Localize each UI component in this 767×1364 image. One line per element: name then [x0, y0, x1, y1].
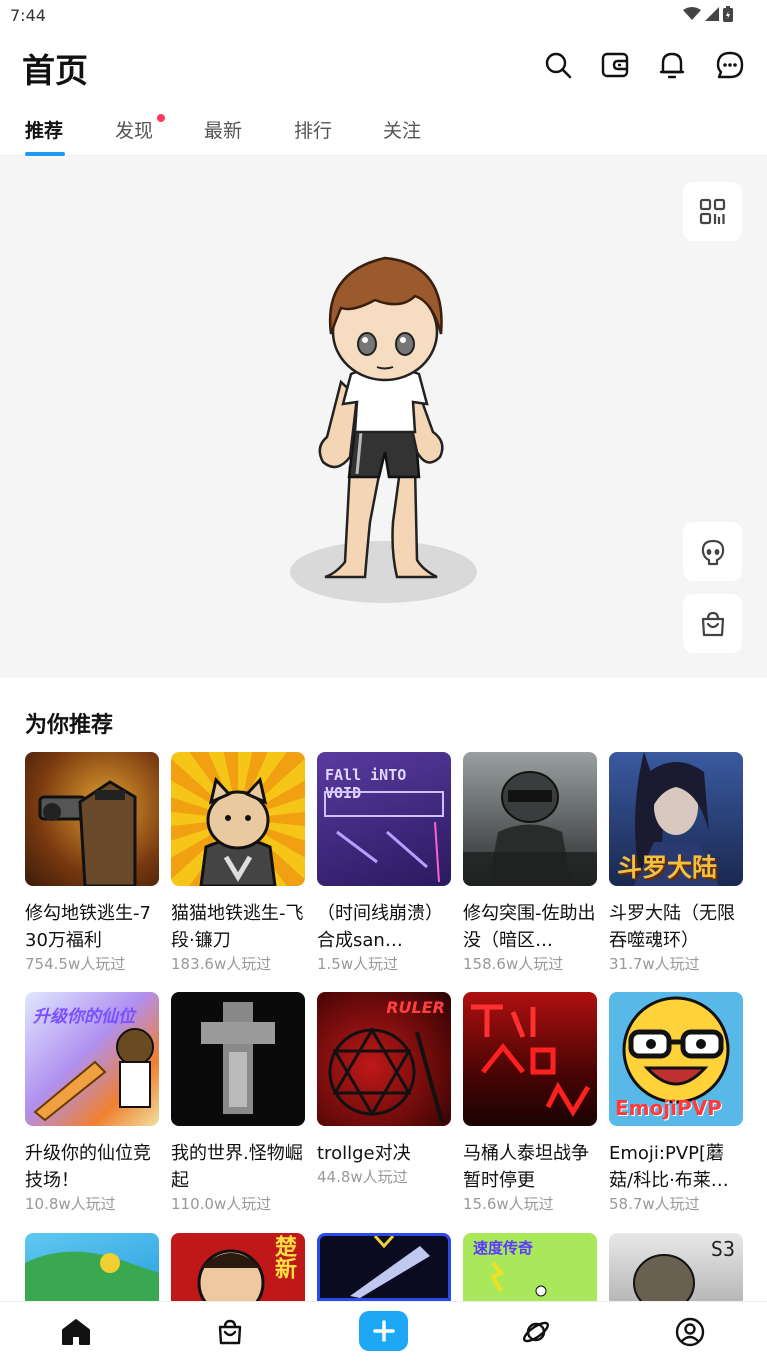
game-card[interactable]: EmojiPVP Emoji:PVP[蘑菇/科比·布莱… 58.7w人玩过 — [609, 992, 743, 1214]
game-title: trollge对决 — [317, 1143, 411, 1164]
nav-explore[interactable] — [519, 1315, 553, 1349]
game-card[interactable]: 修勾地铁逃生-730万福利 754.5w人玩过 — [25, 752, 159, 974]
game-thumbnail[interactable]: 速度传奇 — [463, 1233, 597, 1301]
game-card[interactable]: 我的世界.怪物崛起 110.0w人玩过 — [171, 992, 305, 1214]
game-card[interactable]: 升级你的仙位 升级你的仙位竞技场！ 10.8w人玩过 — [25, 992, 159, 1214]
game-card[interactable]: 斗罗大陆 斗罗大陆（无限吞噬魂环） 31.7w人玩过 — [609, 752, 743, 974]
game-title: 马桶人泰坦战争 暂时停更 — [463, 1143, 589, 1191]
game-play-count: 158.6w人玩过 — [463, 955, 564, 973]
nav-profile[interactable] — [673, 1315, 707, 1349]
wallet-icon[interactable] — [599, 49, 631, 81]
wifi-icon — [683, 7, 701, 20]
game-play-count: 58.7w人玩过 — [609, 1195, 700, 1213]
game-thumbnail — [463, 752, 597, 886]
game-thumbnail — [171, 992, 305, 1126]
plus-icon — [372, 1320, 395, 1342]
thumb-caption: S3 — [710, 1237, 735, 1261]
section-title: 为你推荐 — [25, 713, 114, 738]
game-thumbnail: EmojiPVP — [609, 992, 743, 1126]
game-title: 升级你的仙位竞技场！ — [25, 1143, 151, 1191]
message-icon[interactable] — [714, 49, 746, 81]
game-play-count: 44.8w人玩过 — [317, 1168, 408, 1186]
qr-code-icon — [699, 198, 725, 224]
nav-shop[interactable] — [213, 1315, 247, 1349]
thumb-caption: 斗罗大陆 — [617, 853, 718, 882]
top-header: 首页 — [0, 32, 767, 100]
game-thumbnail[interactable] — [25, 1233, 159, 1301]
signal-icon — [705, 7, 719, 21]
tab-discover[interactable]: 发现 — [115, 116, 153, 143]
tab-ranking[interactable]: 排行 — [294, 116, 332, 143]
game-thumbnail: RULER — [317, 992, 451, 1126]
nav-home[interactable] — [59, 1315, 93, 1349]
game-play-count: 1.5w人玩过 — [317, 955, 399, 973]
avatar-stage[interactable] — [0, 156, 767, 678]
game-play-count: 31.7w人玩过 — [609, 955, 700, 973]
tab-bar: 推荐 发现 最新 排行 关注 — [0, 106, 767, 156]
game-thumbnail: 升级你的仙位 — [25, 992, 159, 1126]
qr-code-button[interactable] — [683, 182, 742, 241]
shopping-bag-icon — [218, 1319, 242, 1345]
game-thumbnail — [463, 992, 597, 1126]
avatar-edit-button[interactable] — [683, 522, 742, 581]
game-card[interactable]: 修勾突围-佐助出没（暗区… 158.6w人玩过 — [463, 752, 597, 974]
game-play-count: 10.8w人玩过 — [25, 1195, 116, 1213]
game-thumbnail — [171, 752, 305, 886]
bottom-nav — [0, 1301, 767, 1364]
game-thumbnail[interactable]: 楚新 — [171, 1233, 305, 1301]
status-bar: 7:44 — [0, 0, 767, 32]
alien-face-icon — [701, 539, 724, 565]
create-button[interactable] — [359, 1311, 408, 1351]
game-play-count: 110.0w人玩过 — [171, 1195, 272, 1213]
tab-recommend[interactable]: 推荐 — [25, 116, 63, 143]
status-time: 7:44 — [10, 6, 46, 25]
battery-icon — [723, 6, 733, 22]
game-card[interactable]: 猫猫地铁逃生-飞段·镰刀 183.6w人玩过 — [171, 752, 305, 974]
home-icon — [62, 1319, 90, 1345]
game-thumbnail — [25, 752, 159, 886]
game-thumbnail: 斗罗大陆 — [609, 752, 743, 886]
bell-icon[interactable] — [656, 49, 688, 81]
game-play-count: 183.6w人玩过 — [171, 955, 272, 973]
page-title: 首页 — [22, 51, 88, 90]
game-thumbnail: FAll iNTO VOID — [317, 752, 451, 886]
avatar-character — [318, 256, 444, 579]
game-title: 修勾地铁逃生-730万福利 — [25, 903, 151, 951]
game-play-count: 15.6w人玩过 — [463, 1195, 554, 1213]
game-card[interactable]: 马桶人泰坦战争 暂时停更 15.6w人玩过 — [463, 992, 597, 1214]
planet-icon — [522, 1321, 550, 1343]
profile-icon — [675, 1317, 705, 1347]
thumb-caption: EmojiPVP — [615, 1096, 722, 1120]
game-card[interactable]: RULER trollge对决 44.8w人玩过 — [317, 992, 451, 1187]
game-title: 斗罗大陆（无限吞噬魂环） — [609, 903, 735, 951]
game-card[interactable]: FAll iNTO VOID （时间线崩溃）合成san… 1.5w人玩过 — [317, 752, 451, 974]
game-title: （时间线崩溃）合成san… — [317, 903, 443, 951]
game-title: Emoji:PVP[蘑菇/科比·布莱… — [609, 1143, 729, 1191]
search-icon[interactable] — [542, 49, 574, 81]
game-title: 我的世界.怪物崛起 — [171, 1143, 303, 1191]
game-play-count: 754.5w人玩过 — [25, 955, 126, 973]
tab-follow[interactable]: 关注 — [383, 116, 421, 143]
thumb-caption: 楚新 — [271, 1235, 296, 1279]
game-title: 猫猫地铁逃生-飞段·镰刀 — [171, 903, 304, 951]
tab-discover-dot — [157, 114, 165, 122]
game-title: 修勾突围-佐助出没（暗区… — [463, 903, 596, 951]
game-thumbnail[interactable] — [317, 1233, 451, 1301]
status-icons — [683, 6, 733, 22]
tab-latest[interactable]: 最新 — [204, 116, 242, 143]
game-thumbnail[interactable]: S3 — [609, 1233, 743, 1301]
shopping-bag-icon — [701, 611, 724, 636]
shop-bag-button[interactable] — [683, 594, 742, 653]
